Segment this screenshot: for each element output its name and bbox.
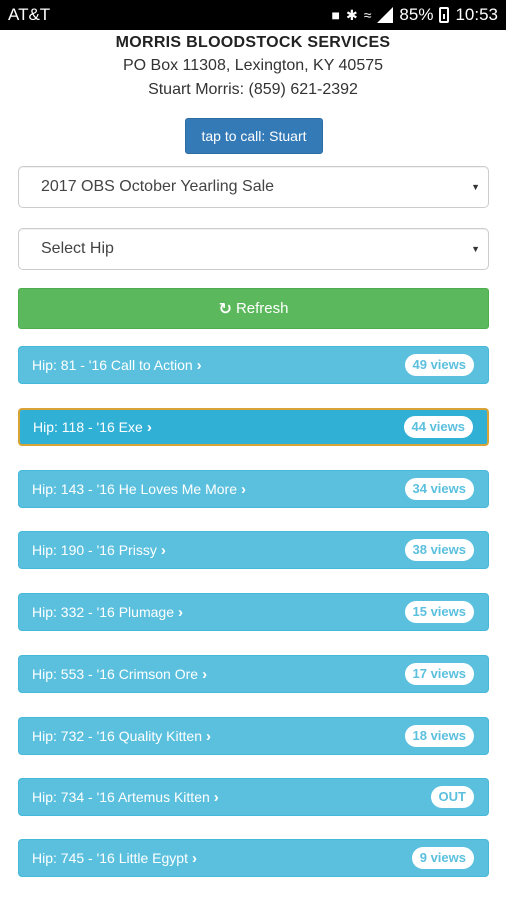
views-badge: 44 views [403, 416, 473, 438]
chevron-right-icon: › [160, 541, 166, 559]
chevron-right-icon: › [196, 356, 202, 374]
sale-select[interactable]: 2017 OBS October Yearling Sale ▼ [18, 166, 489, 208]
status-bar: AT&T ■ ✱ ≈ 85% 10:53 [0, 0, 506, 30]
hip-label: Hip: 553 - '16 Crimson Ore › [32, 666, 207, 683]
hip-label: Hip: 734 - '16 Artemus Kitten › [32, 789, 219, 806]
hip-list-item[interactable]: Hip: 118 - '16 Exe › 44 views [18, 408, 489, 446]
hip-list-item[interactable]: Hip: 745 - '16 Little Egypt › 9 views [18, 839, 489, 877]
hip-label: Hip: 332 - '16 Plumage › [32, 604, 183, 621]
clock: 10:53 [455, 5, 498, 24]
views-badge: OUT [430, 786, 474, 808]
chevron-right-icon: › [146, 418, 152, 436]
hip-list-item[interactable]: Hip: 143 - '16 He Loves Me More › 34 views [18, 470, 489, 508]
views-badge: 15 views [404, 601, 474, 623]
hip-list-item[interactable]: Hip: 81 - '16 Call to Action › 49 views [18, 346, 489, 384]
hip-label: Hip: 190 - '16 Prissy › [32, 542, 166, 559]
refresh-icon: ↻ [218, 300, 232, 318]
hip-label-text: Hip: 332 - '16 Plumage [32, 604, 174, 620]
hip-label-text: Hip: 81 - '16 Call to Action [32, 357, 193, 373]
views-badge: 9 views [411, 847, 474, 869]
hip-label-text: Hip: 143 - '16 He Loves Me More [32, 481, 237, 497]
hip-label-text: Hip: 734 - '16 Artemus Kitten [32, 789, 210, 805]
views-badge: 49 views [404, 354, 474, 376]
views-badge: 18 views [404, 725, 474, 747]
hip-label: Hip: 732 - '16 Quality Kitten › [32, 728, 211, 745]
company-address: PO Box 11308, Lexington, KY 40575 [122, 57, 384, 74]
hip-label: Hip: 143 - '16 He Loves Me More › [32, 481, 246, 498]
dropdown-caret-icon: ▼ [471, 244, 480, 254]
chevron-right-icon: › [213, 788, 219, 806]
hip-list-item[interactable]: Hip: 732 - '16 Quality Kitten › 18 views [18, 717, 489, 755]
contact-line: Stuart Morris: (859) 621-2392 [148, 81, 358, 98]
wifi-icon: ≈ [363, 7, 372, 23]
carrier-label: AT&T [8, 5, 51, 24]
chevron-right-icon: › [191, 849, 197, 867]
hip-label: Hip: 81 - '16 Call to Action › [32, 357, 202, 374]
call-button[interactable]: tap to call: Stuart [185, 118, 323, 154]
hip-label-text: Hip: 745 - '16 Little Egypt [32, 850, 188, 866]
refresh-button[interactable]: ↻ Refresh [18, 288, 489, 329]
views-badge: 38 views [404, 539, 474, 561]
hip-label-text: Hip: 732 - '16 Quality Kitten [32, 728, 202, 744]
hip-label-text: Hip: 553 - '16 Crimson Ore [32, 666, 199, 682]
hip-label: Hip: 745 - '16 Little Egypt › [32, 850, 197, 867]
views-badge: 34 views [404, 478, 474, 500]
hip-list-item[interactable]: Hip: 553 - '16 Crimson Ore › 17 views [18, 655, 489, 693]
hip-label-text: Hip: 118 - '16 Exe [33, 419, 143, 435]
chevron-right-icon: › [205, 727, 211, 745]
hip-label-text: Hip: 190 - '16 Prissy [32, 542, 157, 558]
dropdown-caret-icon: ▼ [471, 182, 480, 192]
battery-icon [439, 7, 450, 23]
sale-select-value: 2017 OBS October Yearling Sale [41, 178, 275, 195]
hip-list-item[interactable]: Hip: 734 - '16 Artemus Kitten › OUT [18, 778, 489, 816]
status-icons: ■ ✱ ≈ 85% 10:53 [332, 5, 498, 25]
signal-icon [377, 7, 394, 23]
hip-label: Hip: 118 - '16 Exe › [33, 419, 152, 436]
views-badge: 17 views [404, 663, 474, 685]
header: MORRIS BLOODSTOCK SERVICES PO Box 11308,… [0, 32, 506, 102]
hip-list-item[interactable]: Hip: 190 - '16 Prissy › 38 views [18, 531, 489, 569]
bluetooth-icon: ✱ [346, 6, 358, 23]
chevron-right-icon: › [177, 603, 183, 621]
notification-icon: ■ [331, 7, 340, 23]
battery-percent: 85% [399, 5, 434, 24]
refresh-button-label: Refresh [235, 300, 289, 317]
hip-select[interactable]: Select Hip ▼ [18, 228, 489, 270]
chevron-right-icon: › [241, 480, 246, 498]
chevron-right-icon: › [202, 665, 208, 683]
company-name: MORRIS BLOODSTOCK SERVICES [115, 34, 391, 51]
hip-select-value: Select Hip [41, 240, 114, 257]
hip-list-item[interactable]: Hip: 332 - '16 Plumage › 15 views [18, 593, 489, 631]
